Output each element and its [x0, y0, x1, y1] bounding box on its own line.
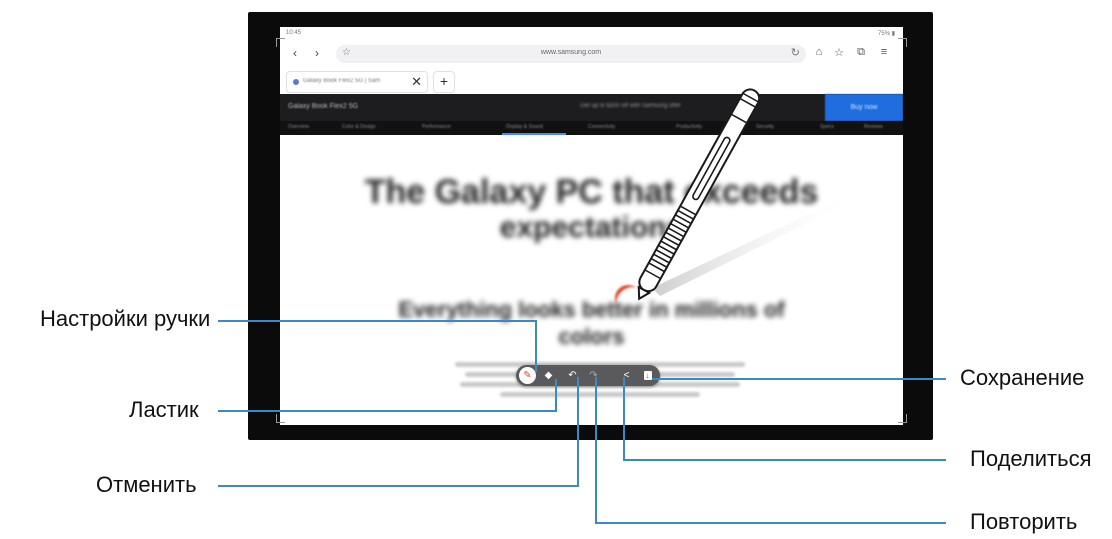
callout-line-eraser-v [555, 379, 557, 412]
label-share: Поделиться [970, 446, 1092, 471]
label-eraser: Ластик [129, 397, 199, 422]
callout-line-pen-settings [218, 320, 536, 322]
label-save: Сохранение [960, 365, 1085, 390]
callout-line-share-v [623, 377, 625, 461]
callout-line-eraser [218, 410, 557, 412]
callout-line-redo [596, 522, 946, 524]
callout-line-undo [218, 485, 578, 487]
callout-line-share [624, 459, 946, 461]
callout-line-redo-v [595, 377, 597, 524]
callout-line-pen-settings-v [535, 320, 537, 372]
label-undo: Отменить [96, 472, 197, 497]
callout-line-save [652, 378, 946, 380]
label-pen-settings: Настройки ручки [40, 306, 211, 331]
label-redo: Повторить [970, 509, 1078, 534]
callout-line-undo-v [577, 377, 579, 487]
